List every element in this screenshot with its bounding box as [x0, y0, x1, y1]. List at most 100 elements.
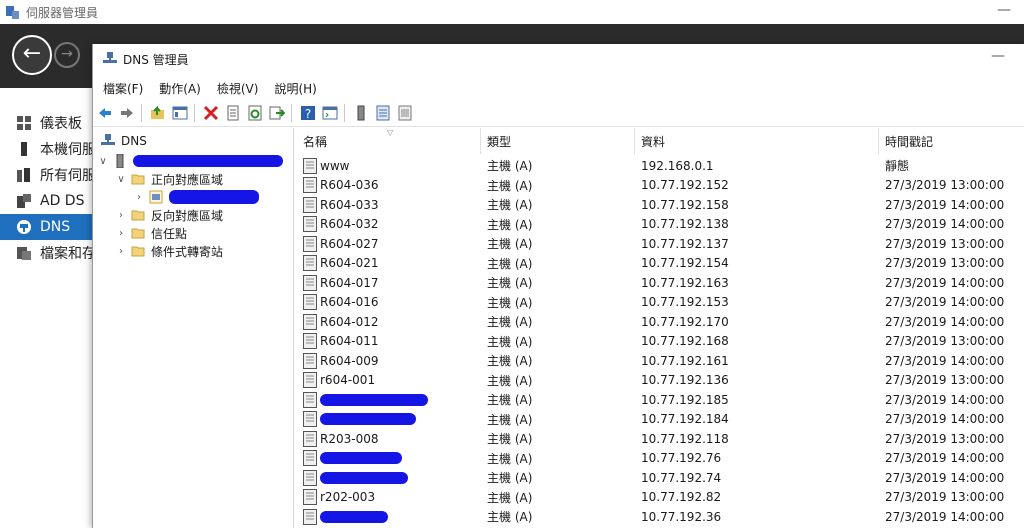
- toolbar-separator: [291, 104, 292, 122]
- expand-chevron-icon[interactable]: ›: [115, 210, 127, 221]
- table-row[interactable]: R604-016 主機 (A) 10.77.192.153 27/3/2019 14:…: [297, 293, 1024, 313]
- back-button[interactable]: ←: [12, 35, 52, 75]
- table-row[interactable]: 主機 (A) 10.77.192.74 27/3/2019 14:00:00: [297, 468, 1024, 488]
- record-name-cell: r202-003: [303, 488, 375, 508]
- redaction-mark: [320, 413, 416, 426]
- host-record-icon: [303, 469, 317, 486]
- sidebar-item-dashboard[interactable]: 儀表板: [0, 110, 92, 136]
- menu-help[interactable]: 說明(H): [274, 80, 316, 97]
- table-row[interactable]: R604-027 主機 (A) 10.77.192.137 27/3/2019 13:…: [297, 234, 1024, 254]
- record-name: R604-011: [320, 334, 379, 349]
- record-timestamp-cell: 27/3/2019 14:00:00: [885, 275, 1005, 290]
- column-header-name[interactable]: ▽ 名稱: [297, 128, 481, 154]
- sidebar-item-ad-ds[interactable]: AD DS: [0, 188, 92, 214]
- sidebar-item-label: 檔案和存: [40, 246, 92, 262]
- table-row[interactable]: R604-017 主機 (A) 10.77.192.163 27/3/2019 14:…: [297, 273, 1024, 293]
- redaction-mark: [169, 190, 259, 204]
- record-name-cell: R604-017: [303, 273, 378, 293]
- expand-chevron-icon[interactable]: ›: [115, 228, 127, 239]
- collapse-chevron-icon[interactable]: ∨: [97, 156, 109, 167]
- table-row[interactable]: R604-011 主機 (A) 10.77.192.168 27/3/2019 13:…: [297, 332, 1024, 352]
- record-type-cell: 主機 (A): [487, 510, 533, 525]
- table-row[interactable]: R604-009 主機 (A) 10.77.192.161 27/3/2019 14:…: [297, 351, 1024, 371]
- tree-item-server[interactable]: ∨: [97, 152, 283, 170]
- table-row[interactable]: R604-033 主機 (A) 10.77.192.158 27/3/2019 14:…: [297, 195, 1024, 215]
- refresh-icon[interactable]: [247, 105, 263, 121]
- host-record-icon: [303, 411, 317, 428]
- properties-icon[interactable]: [225, 105, 241, 121]
- sidebar-item-local-server[interactable]: 本機伺服: [0, 136, 92, 162]
- expand-chevron-icon[interactable]: ›: [115, 246, 127, 257]
- record-name-cell: R604-011: [303, 332, 378, 352]
- records-list: ▽ 名稱 類型 資料 時間戳記 www 主機 (A) 192.168.0.1 靜態 R6…: [297, 128, 1024, 528]
- forward-icon[interactable]: [119, 105, 135, 121]
- record-name: R604-017: [320, 275, 379, 290]
- table-row[interactable]: R604-021 主機 (A) 10.77.192.154 27/3/2019 13:…: [297, 254, 1024, 274]
- table-row[interactable]: www 主機 (A) 192.168.0.1 靜態: [297, 156, 1024, 176]
- console-icon[interactable]: [322, 105, 338, 121]
- table-row[interactable]: r202-003 主機 (A) 10.77.192.82 27/3/2019 13:0…: [297, 488, 1024, 508]
- sidebar-item-all-servers[interactable]: 所有伺服: [0, 162, 92, 188]
- record-name-cell: www: [303, 156, 349, 176]
- dns-minimize-button[interactable]: —: [991, 48, 1005, 64]
- delete-icon[interactable]: [203, 105, 219, 121]
- tree-item-conditional-forwarders[interactable]: › 條件式轉寄站: [115, 242, 223, 260]
- table-row[interactable]: 主機 (A) 10.77.192.36 27/3/2019 14:00:00: [297, 507, 1024, 527]
- table-row[interactable]: 主機 (A) 10.77.192.185 27/3/2019 14:00:00: [297, 390, 1024, 410]
- sidebar-item-label: AD DS: [40, 193, 85, 209]
- table-row[interactable]: 主機 (A) 10.77.192.184 27/3/2019 14:00:00: [297, 410, 1024, 430]
- tree-item-reverse-zones[interactable]: › 反向對應區域: [115, 206, 223, 224]
- host-record-icon: [303, 391, 317, 408]
- record-data-cell: 10.77.192.163: [641, 275, 729, 290]
- menu-file[interactable]: 檔案(F): [103, 80, 143, 97]
- record-timestamp-cell: 27/3/2019 14:00:00: [885, 470, 1005, 485]
- host-record-icon: [303, 274, 317, 291]
- record-data-cell: 192.168.0.1: [641, 158, 714, 173]
- back-icon[interactable]: [97, 105, 113, 121]
- tree-item-forward-zones[interactable]: ∨ 正向對應區域: [115, 170, 223, 188]
- forward-button[interactable]: →: [54, 42, 80, 68]
- sidebar-item-label: 儀表板: [40, 116, 82, 132]
- record-data-cell: 10.77.192.118: [641, 431, 729, 446]
- record-type-cell: 主機 (A): [487, 217, 533, 232]
- record-timestamp-cell: 27/3/2019 13:00:00: [885, 334, 1005, 349]
- list-icon[interactable]: [375, 105, 391, 121]
- server-icon[interactable]: [353, 105, 369, 121]
- help-icon[interactable]: ?: [300, 105, 316, 121]
- record-name-cell: R203-008: [303, 429, 378, 449]
- record-data-cell: 10.77.192.158: [641, 197, 729, 212]
- table-row[interactable]: R604-032 主機 (A) 10.77.192.138 27/3/2019 14:…: [297, 215, 1024, 235]
- zone-icon: [149, 190, 163, 204]
- record-timestamp-cell: 靜態: [885, 159, 910, 174]
- record-type-cell: 主機 (A): [487, 432, 533, 447]
- collapse-chevron-icon[interactable]: ∨: [115, 174, 127, 185]
- table-row[interactable]: R604-036 主機 (A) 10.77.192.152 27/3/2019 13:…: [297, 176, 1024, 196]
- sidebar-item-dns[interactable]: DNS: [0, 214, 92, 240]
- column-header-timestamp[interactable]: 時間戳記: [879, 128, 1024, 154]
- column-header-type[interactable]: 類型: [481, 128, 635, 154]
- export-icon[interactable]: [269, 105, 285, 121]
- tree-item-dns-root[interactable]: DNS: [97, 132, 147, 150]
- folder-icon: [131, 246, 145, 257]
- menu-view[interactable]: 檢視(V): [217, 80, 259, 97]
- expand-chevron-icon[interactable]: ›: [133, 192, 145, 203]
- menu-action[interactable]: 動作(A): [159, 80, 201, 97]
- up-folder-icon[interactable]: [150, 105, 166, 121]
- table-row[interactable]: 主機 (A) 10.77.192.76 27/3/2019 14:00:00: [297, 449, 1024, 469]
- host-record-icon: [303, 372, 317, 389]
- record-data-cell: 10.77.192.137: [641, 236, 729, 251]
- ad-ds-icon: [17, 194, 31, 208]
- minimize-button[interactable]: —: [994, 2, 1014, 22]
- show-hide-tree-icon[interactable]: [172, 105, 188, 121]
- tree-item-zone[interactable]: ›: [133, 188, 259, 206]
- column-header-data[interactable]: 資料: [635, 128, 879, 154]
- table-row[interactable]: R604-012 主機 (A) 10.77.192.170 27/3/2019 14:…: [297, 312, 1024, 332]
- tree-item-trust-points[interactable]: › 信任點: [115, 224, 187, 242]
- record-data-cell: 10.77.192.154: [641, 256, 729, 271]
- records-icon[interactable]: [397, 105, 413, 121]
- table-row[interactable]: R203-008 主機 (A) 10.77.192.118 27/3/2019 13:…: [297, 429, 1024, 449]
- local-server-icon: [21, 142, 27, 156]
- sidebar-item-file-storage[interactable]: 檔案和存: [0, 240, 92, 266]
- record-name: R604-036: [320, 178, 379, 193]
- table-row[interactable]: r604-001 主機 (A) 10.77.192.136 27/3/2019 13:…: [297, 371, 1024, 391]
